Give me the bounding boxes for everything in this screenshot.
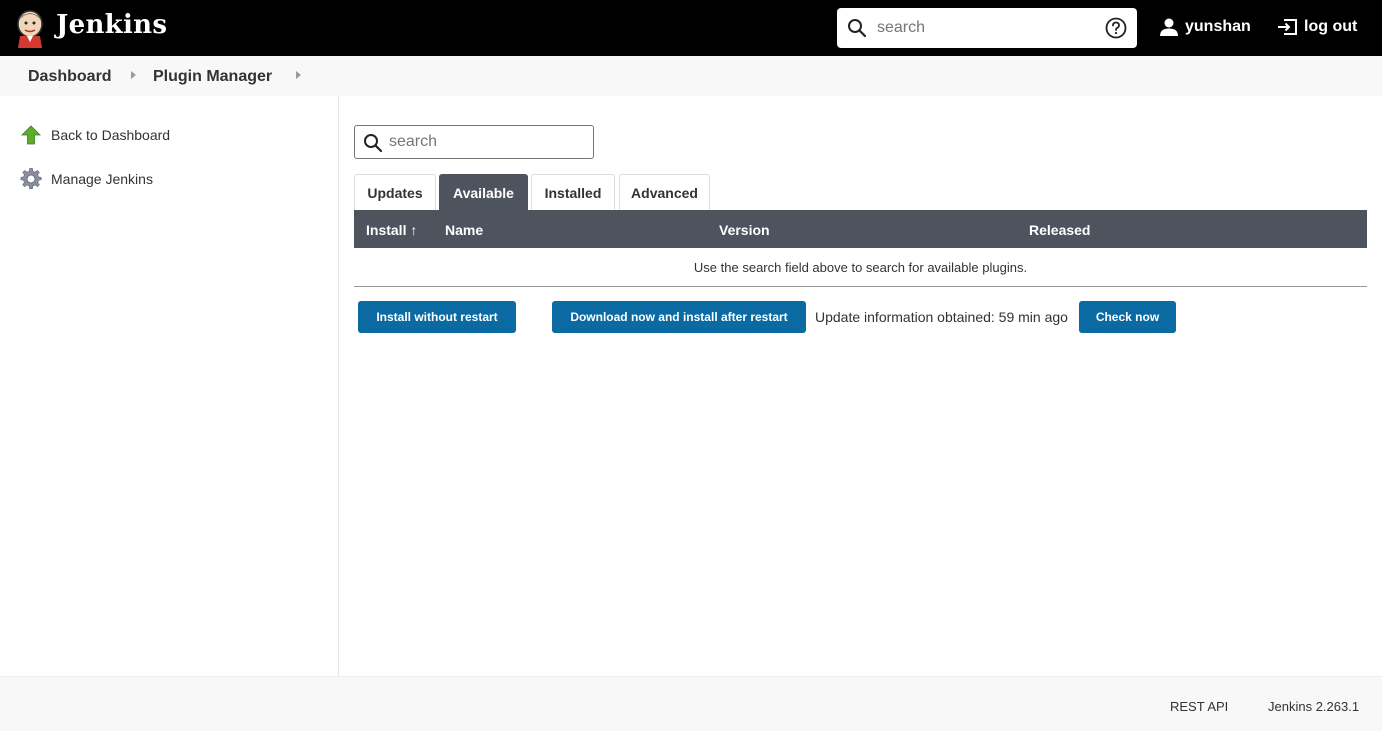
column-header-name[interactable]: Name [445,222,483,238]
global-search-box [837,8,1137,48]
jenkins-butler-icon [17,10,43,48]
logout-link[interactable]: log out [1276,17,1357,37]
tab-installed[interactable]: Installed [531,174,615,210]
check-now-button[interactable]: Check now [1079,301,1176,333]
side-panel: Back to Dashboard Manage Jenkins [0,96,339,676]
empty-table-message: Use the search field above to search for… [693,259,1028,275]
global-search-input[interactable] [877,16,1097,40]
search-icon [848,19,867,38]
tab-available[interactable]: Available [439,174,528,210]
breadcrumb-plugin-manager[interactable]: Plugin Manager [153,68,272,86]
rest-api-link[interactable]: REST API [1170,699,1228,714]
column-header-version[interactable]: Version [719,222,770,238]
download-install-after-restart-button[interactable]: Download now and install after restart [552,301,806,333]
table-empty-row: Use the search field above to search for… [354,248,1367,287]
sidebar-item-label: Back to Dashboard [51,127,171,143]
logout-label: log out [1304,18,1358,35]
column-header-install[interactable]: Install ↑ [366,222,417,238]
tab-updates[interactable]: Updates [354,174,436,210]
jenkins-logo-link[interactable]: Jenkins [14,8,167,48]
tab-advanced[interactable]: Advanced [619,174,710,210]
plugin-search-input[interactable] [389,132,584,152]
logout-icon [1278,19,1297,35]
breadcrumb-chevron-icon[interactable] [296,71,301,79]
plugin-search-box [354,125,594,159]
column-header-released[interactable]: Released [1029,222,1090,238]
help-icon[interactable] [1105,17,1127,39]
user-name: yunshan [1185,18,1251,35]
search-icon [364,134,383,153]
page-footer: REST API Jenkins 2.263.1 [0,676,1382,731]
gear-icon [20,168,42,189]
sidebar-item-manage-jenkins[interactable]: Manage Jenkins [20,168,153,190]
install-without-restart-button[interactable]: Install without restart [358,301,516,333]
plugins-table-header: Install ↑ Name Version Released [354,210,1367,248]
up-arrow-icon [21,125,41,145]
app-name: Jenkins [56,10,168,40]
breadcrumb: Dashboard Plugin Manager [0,56,1382,96]
user-icon [1160,18,1178,36]
user-link[interactable]: yunshan [1159,17,1251,37]
sidebar-item-back-to-dashboard[interactable]: Back to Dashboard [20,124,170,146]
breadcrumb-chevron-icon[interactable] [131,71,136,79]
jenkins-version-link[interactable]: Jenkins 2.263.1 [1268,699,1359,714]
breadcrumb-dashboard[interactable]: Dashboard [28,68,112,86]
top-header: Jenkins yunshan log out [0,0,1382,56]
sidebar-item-label: Manage Jenkins [51,171,153,187]
update-info-text: Update information obtained: 59 min ago [815,309,1068,325]
